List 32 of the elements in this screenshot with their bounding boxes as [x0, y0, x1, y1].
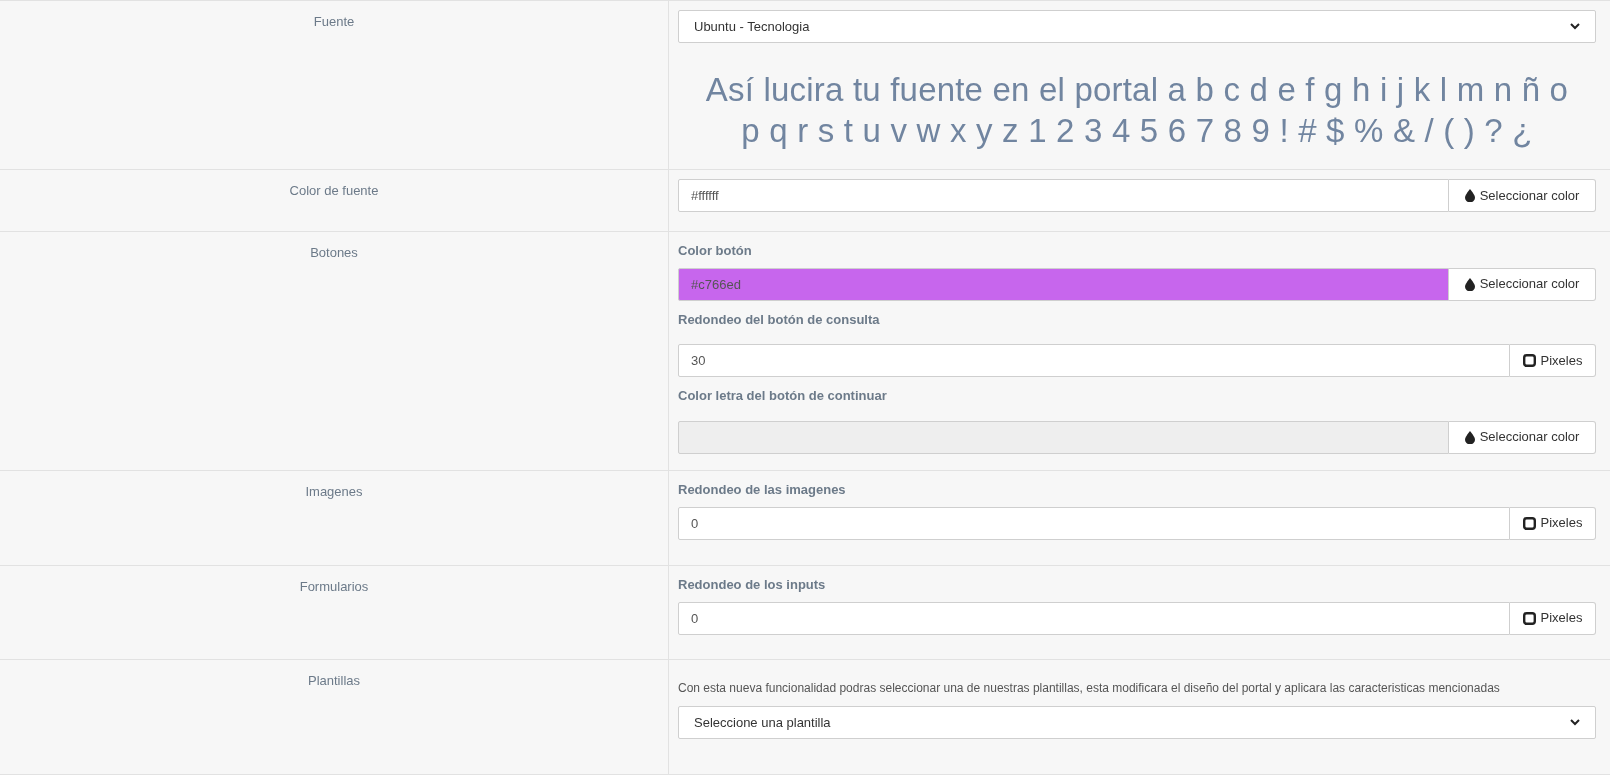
- section-label: Plantillas: [308, 672, 360, 690]
- field-label: Redondeo del botón de consulta: [678, 310, 881, 329]
- drop-icon: [1464, 430, 1475, 444]
- chevron-down-icon: [1570, 719, 1580, 726]
- font-preview-text: Así lucira tu fuente en el portal a b c d e f g h i j k l m n ñ o p q r s t u v w x y z 1 2 3 4 5 6 7 8 9 ! # $ % & / ( ) ? ¿: [704, 70, 1570, 151]
- field-label: Redondeo de las imagenes: [678, 481, 847, 499]
- chevron-down-icon: [1570, 23, 1580, 30]
- text-input[interactable]: 0: [678, 601, 1510, 635]
- drop-icon: [1464, 189, 1475, 202]
- text-input[interactable]: 30: [678, 344, 1510, 377]
- drop-icon: [1464, 277, 1475, 291]
- description-text: Con esta nueva funcionalidad podras seleccionar una de nuestras plantillas, esta modificara el diseño del portal y aplicara las caracteristicas mencionadas: [678, 680, 1501, 697]
- field-label: Color letra del botón de continuar: [678, 387, 888, 405]
- square-icon: [1522, 354, 1536, 367]
- pixels-button[interactable]: Pixeles: [1510, 506, 1596, 540]
- dropdown-select[interactable]: Ubuntu - Tecnologia: [678, 10, 1596, 43]
- text-input[interactable]: #ffffff: [678, 179, 1449, 212]
- square-icon: [1522, 611, 1536, 625]
- select-color-button[interactable]: Seleccionar color: [1449, 267, 1596, 301]
- pixels-button[interactable]: Pixeles: [1510, 601, 1596, 635]
- field-label: Redondeo de los inputs: [678, 576, 827, 594]
- section-label: Formularios: [299, 578, 369, 596]
- section-label: Botones: [310, 244, 358, 262]
- square-icon: [1522, 516, 1536, 530]
- section-label: Fuente: [313, 13, 355, 31]
- section-label: Color de fuente: [289, 182, 379, 200]
- section-label: Imagenes: [305, 483, 363, 501]
- pixels-button[interactable]: Pixeles: [1510, 344, 1596, 377]
- field-label: Color botón: [678, 242, 753, 260]
- select-color-button[interactable]: Seleccionar color: [1449, 179, 1596, 212]
- text-input[interactable]: 0: [678, 506, 1510, 540]
- dropdown-select[interactable]: Seleccione una plantilla: [678, 706, 1596, 739]
